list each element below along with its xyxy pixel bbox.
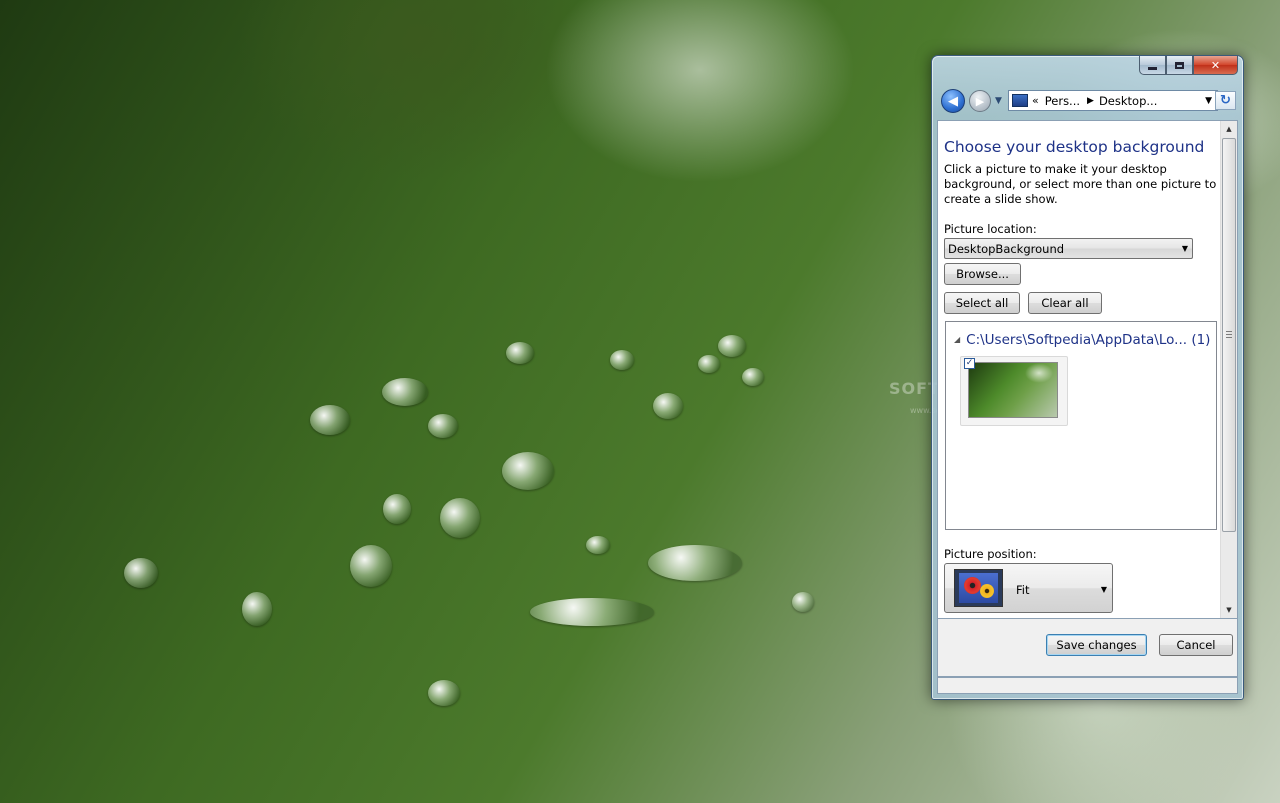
dialog-footer: Save changes Cancel [937, 619, 1238, 677]
water-drop [610, 350, 634, 370]
flower-icon [980, 584, 994, 598]
water-drop [792, 592, 814, 612]
right-arrow-icon: ▶ [975, 94, 985, 108]
refresh-button[interactable]: ↻ [1215, 91, 1236, 110]
back-button[interactable]: ◀ [941, 89, 965, 113]
water-drop [502, 452, 554, 490]
maximize-icon [1175, 61, 1184, 69]
picture-location-select[interactable]: DesktopBackground ▼ [944, 238, 1193, 259]
caption-buttons: ✕ [1139, 56, 1238, 75]
gallery-group-header[interactable]: ◢ C:\Users\Softpedia\AppData\Lo... (1) [954, 332, 1210, 348]
water-drop [506, 342, 534, 364]
water-drop [382, 378, 428, 406]
address-dropdown-icon[interactable]: ▼ [1205, 96, 1212, 106]
wallpaper-thumbnail[interactable]: ✓ [960, 356, 1068, 426]
left-arrow-icon: ◀ [948, 93, 958, 109]
status-bar [937, 677, 1238, 694]
collapse-triangle-icon[interactable]: ◢ [954, 335, 960, 344]
minimize-button[interactable] [1139, 56, 1166, 75]
gallery-group-path: C:\Users\Softpedia\AppData\Lo... [966, 332, 1188, 348]
page-description: Click a picture to make it your desktop … [944, 162, 1217, 206]
picture-location-value: DesktopBackground [948, 241, 1065, 256]
minimize-icon [1148, 66, 1157, 70]
content-pane: Choose your desktop background Click a p… [937, 120, 1238, 619]
water-drop [742, 368, 764, 386]
select-all-button[interactable]: Select all [944, 292, 1020, 314]
desktop-background-window[interactable]: ✕ ◀ ▶ ▼ « Pers... ▶ Desktop... ▼ ↻ Choos… [931, 55, 1244, 700]
picture-position-value: Fit [1016, 583, 1030, 597]
clear-all-button[interactable]: Clear all [1028, 292, 1102, 314]
water-drop [718, 335, 746, 357]
thumbnail-image [968, 362, 1058, 418]
water-drop [698, 355, 720, 373]
address-overflow[interactable]: « [1032, 94, 1039, 107]
position-preview-image [954, 569, 1003, 607]
chevron-down-icon: ▼ [1100, 585, 1107, 594]
gallery-group-count: (1) [1191, 332, 1211, 348]
water-drop [383, 494, 411, 524]
page-title: Choose your desktop background [944, 138, 1205, 156]
breadcrumb-desktop-background[interactable]: Desktop... [1099, 94, 1157, 108]
control-panel-icon [1012, 94, 1028, 107]
breadcrumb-personalization[interactable]: Pers... [1045, 94, 1080, 108]
close-icon: ✕ [1210, 58, 1221, 72]
maximize-button[interactable] [1166, 56, 1193, 75]
water-drop [653, 393, 683, 419]
chevron-down-icon: ▼ [1181, 244, 1188, 253]
thumbnail-checkbox[interactable]: ✓ [964, 358, 975, 369]
breadcrumb-separator-icon[interactable]: ▶ [1087, 96, 1094, 106]
water-drop [586, 536, 610, 554]
recent-pages-button[interactable]: ▼ [995, 96, 1002, 106]
water-drop [310, 405, 350, 435]
scroll-down-icon[interactable]: ▼ [1221, 602, 1237, 618]
scrollbar-thumb[interactable] [1222, 138, 1236, 532]
chevron-down-icon: ▼ [995, 96, 1002, 106]
browse-button[interactable]: Browse... [944, 263, 1021, 285]
water-drop [350, 545, 392, 587]
water-drop [648, 545, 742, 581]
close-button[interactable]: ✕ [1193, 56, 1238, 75]
picture-position-select[interactable]: Fit ▼ [944, 563, 1113, 613]
grip-icon [1226, 331, 1232, 338]
navigation-bar: ◀ ▶ ▼ « Pers... ▶ Desktop... ▼ ↻ [939, 87, 1236, 115]
water-drop [428, 680, 460, 706]
address-bar[interactable]: « Pers... ▶ Desktop... ▼ [1008, 90, 1218, 111]
water-drop [428, 414, 458, 438]
cancel-button[interactable]: Cancel [1159, 634, 1233, 656]
picture-gallery[interactable]: ◢ C:\Users\Softpedia\AppData\Lo... (1) ✓ [945, 321, 1217, 530]
scroll-up-icon[interactable]: ▲ [1221, 121, 1237, 137]
refresh-icon: ↻ [1220, 93, 1231, 108]
save-changes-button[interactable]: Save changes [1046, 634, 1147, 656]
picture-location-label: Picture location: [944, 222, 1037, 236]
water-drop [124, 558, 158, 588]
forward-button[interactable]: ▶ [969, 90, 991, 112]
vertical-scrollbar[interactable]: ▲ ▼ [1220, 121, 1237, 618]
picture-position-label: Picture position: [944, 547, 1037, 561]
water-drop [242, 592, 272, 626]
flower-icon [964, 577, 981, 594]
water-drop [530, 598, 654, 626]
water-drop [440, 498, 480, 538]
